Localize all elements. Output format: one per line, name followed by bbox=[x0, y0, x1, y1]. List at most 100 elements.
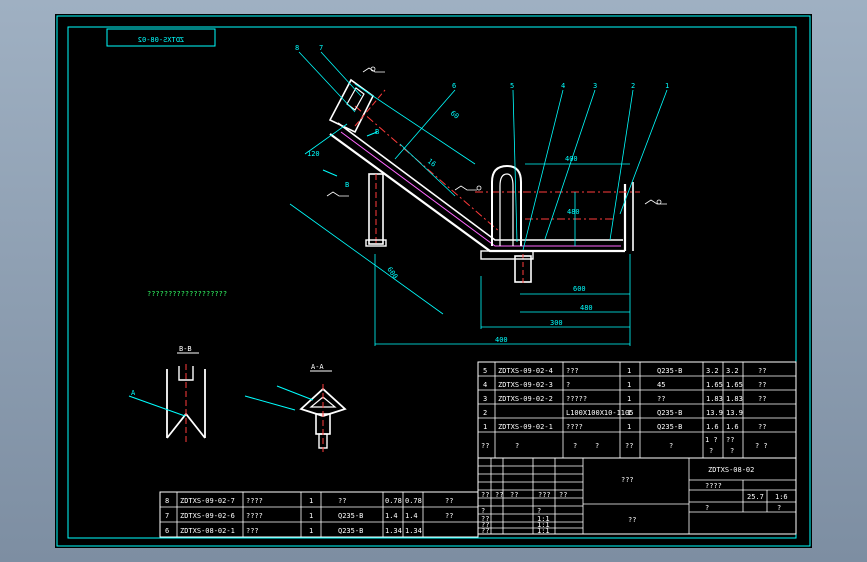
bom-right-cell-name: ? bbox=[566, 381, 570, 389]
bom-left-rows: 8 ZDTXS-09-02-7???? 1?? 0.78 0.78 ?? 7 ZDTXS-09… bbox=[165, 497, 453, 535]
balloon-4: 4 bbox=[561, 82, 565, 90]
balloon-3: 3 bbox=[593, 82, 597, 90]
bom-right-cell-code: ZDTXS-09-02-2 bbox=[498, 395, 553, 403]
bom-right-cell-unit: 1.6 bbox=[706, 423, 719, 431]
section-aa-label: A-A bbox=[311, 363, 324, 371]
bom-right-table: 5 ZDTXS-09-02-4??? 1 Q235-B 3.2 3.2 ?? 4 ZDTXS-0… bbox=[477, 361, 797, 459]
dim-text: 400 bbox=[565, 155, 578, 163]
bom-left-cell-material: Q235-B bbox=[338, 512, 363, 520]
technical-note: ??????????????????? bbox=[147, 290, 227, 298]
bom-right-cell-unit: 13.9 bbox=[706, 409, 723, 417]
bom-right-rows: 5 ZDTXS-09-02-4??? 1 Q235-B 3.2 3.2 ?? 4 ZDTXS-0… bbox=[483, 367, 766, 431]
dim-text: 480 bbox=[567, 208, 580, 216]
title-scale: 1:6 bbox=[775, 493, 788, 501]
bom-left-cell-qty: 1 bbox=[309, 527, 313, 535]
bom-left-cell-note: ?? bbox=[445, 497, 453, 505]
bom-right-cell-total: 3.2 bbox=[726, 367, 739, 375]
bom-left-cell-total: 1.34 bbox=[405, 527, 422, 535]
title-mark: ?? bbox=[481, 527, 489, 535]
bom-right-cell-material: ?? bbox=[657, 395, 665, 403]
mirrored-code-box: ZDTXS-08-02 bbox=[106, 28, 216, 47]
title-mark: ?? bbox=[481, 491, 489, 499]
bom-left-cell-name: ??? bbox=[246, 527, 259, 535]
bom-right-cell-total: 1.65 bbox=[726, 381, 743, 389]
title-mark: ? bbox=[777, 504, 781, 512]
bom-right-cell-unit: 3.2 bbox=[706, 367, 719, 375]
bom-right-cell-qty: 1 bbox=[627, 395, 631, 403]
bom-right-cell-no: 2 bbox=[483, 409, 487, 417]
bom-right-cell-material: Q235-B bbox=[657, 423, 682, 431]
bom-right-cell-name: ??? bbox=[566, 367, 579, 375]
mirrored-code-text: ZDTXS-08-02 bbox=[138, 36, 184, 44]
bom-left-cell-unit: 1.4 bbox=[385, 512, 398, 520]
bom-left-cell-name: ???? bbox=[246, 497, 263, 505]
balloon-8: 8 bbox=[295, 44, 299, 52]
bom-right-cell-name: ???? bbox=[566, 423, 583, 431]
bom-right-cell-no: 1 bbox=[483, 423, 487, 431]
bom-header-material: ? bbox=[669, 442, 673, 450]
title-mark: ? bbox=[481, 507, 485, 515]
bom-left-cell-name: ???? bbox=[246, 512, 263, 520]
title-drawing-no: ZDTXS-08-02 bbox=[708, 466, 754, 474]
bom-header-no: ?? bbox=[481, 442, 489, 450]
bom-header-qty: ?? bbox=[625, 442, 633, 450]
bom-right-cell-material: Q235-B bbox=[657, 409, 682, 417]
bom-right-cell-code: ZDTXS-09-02-3 bbox=[498, 381, 553, 389]
bom-right-cell-note: ?? bbox=[758, 395, 766, 403]
bom-header-total2: ? bbox=[730, 447, 734, 455]
bom-left-cell-unit: 0.78 bbox=[385, 497, 402, 505]
cad-viewport[interactable]: ZDTXS-08-02 600 400 300 480 600 400 480 … bbox=[55, 14, 812, 548]
dim-text: 16 bbox=[426, 157, 438, 168]
bom-right-cell-material: 45 bbox=[657, 381, 665, 389]
bom-right-cell-code: ZDTXS-09-02-1 bbox=[498, 423, 553, 431]
bom-header-unit: 1 ? bbox=[705, 436, 718, 444]
dim-text: 480 bbox=[580, 304, 593, 312]
bom-left-cell-no: 7 bbox=[165, 512, 169, 520]
bom-left-cell-code: ZDTXS-09-02-7 bbox=[180, 497, 235, 505]
bom-right-cell-total: 1.83 bbox=[726, 395, 743, 403]
bom-left-cell-total: 0.78 bbox=[405, 497, 422, 505]
bom-header-name2: ? bbox=[595, 442, 599, 450]
title-mark: ? bbox=[705, 504, 709, 512]
section-mark-b2: B bbox=[345, 181, 349, 189]
bom-header-unit2: ? bbox=[709, 447, 713, 455]
dim-text: 120 bbox=[307, 150, 320, 158]
section-mark-b1: B bbox=[375, 128, 379, 136]
bom-right-cell-code: ZDTXS-09-02-4 bbox=[498, 367, 553, 375]
inner-border bbox=[67, 26, 797, 539]
title-mark: ?? bbox=[559, 491, 567, 499]
balloon-6: 6 bbox=[452, 82, 456, 90]
balloon-7: 7 bbox=[319, 44, 323, 52]
bom-left-table: 8 ZDTXS-09-02-7???? 1?? 0.78 0.78 ?? 7 ZDTXS-09… bbox=[159, 491, 479, 538]
dim-text: 60 bbox=[449, 109, 461, 120]
bom-left-cell-no: 6 bbox=[165, 527, 169, 535]
bom-left-cell-total: 1.4 bbox=[405, 512, 418, 520]
bom-right-cell-unit: 1.83 bbox=[706, 395, 723, 403]
title-mark: ? bbox=[537, 507, 541, 515]
bom-right-cell-qty: 1 bbox=[627, 409, 631, 417]
bom-header-note: ? ? bbox=[755, 442, 768, 450]
bom-left-cell-note: ?? bbox=[445, 512, 453, 520]
balloon-5: 5 bbox=[510, 82, 514, 90]
title-block: ZDTXS-08-02 ??? ?? ???? 25.7 1:6 ?? ?? ?… bbox=[477, 457, 797, 535]
bom-right-cell-note: ?? bbox=[758, 367, 766, 375]
bom-left-cell-material: Q235-B bbox=[338, 527, 363, 535]
bom-right-cell-material: Q235-B bbox=[657, 367, 682, 375]
main-assembly-view: 600 400 300 480 600 400 480 16 60 120 8 … bbox=[147, 44, 669, 346]
bom-right-cell-qty: 1 bbox=[627, 381, 631, 389]
title-scale-label: ???? bbox=[705, 482, 722, 490]
bom-header-total: ?? bbox=[726, 436, 734, 444]
section-bb-label: B-B bbox=[179, 345, 192, 353]
dim-text: 300 bbox=[550, 319, 563, 327]
title-mark: ?? bbox=[510, 491, 518, 499]
bom-right-cell-name: ????? bbox=[566, 395, 587, 403]
title-unit: ?? bbox=[628, 516, 636, 524]
title-weight: 25.7 bbox=[747, 493, 764, 501]
drawing-sheet: ZDTXS-08-02 600 400 300 480 600 400 480 … bbox=[56, 15, 811, 547]
balloon-1: 1 bbox=[665, 82, 669, 90]
bom-left-cell-qty: 1 bbox=[309, 497, 313, 505]
outer-border bbox=[56, 15, 811, 547]
bom-right-cell-note: ?? bbox=[758, 381, 766, 389]
bom-left-cell-qty: 1 bbox=[309, 512, 313, 520]
bom-right-cell-no: 5 bbox=[483, 367, 487, 375]
